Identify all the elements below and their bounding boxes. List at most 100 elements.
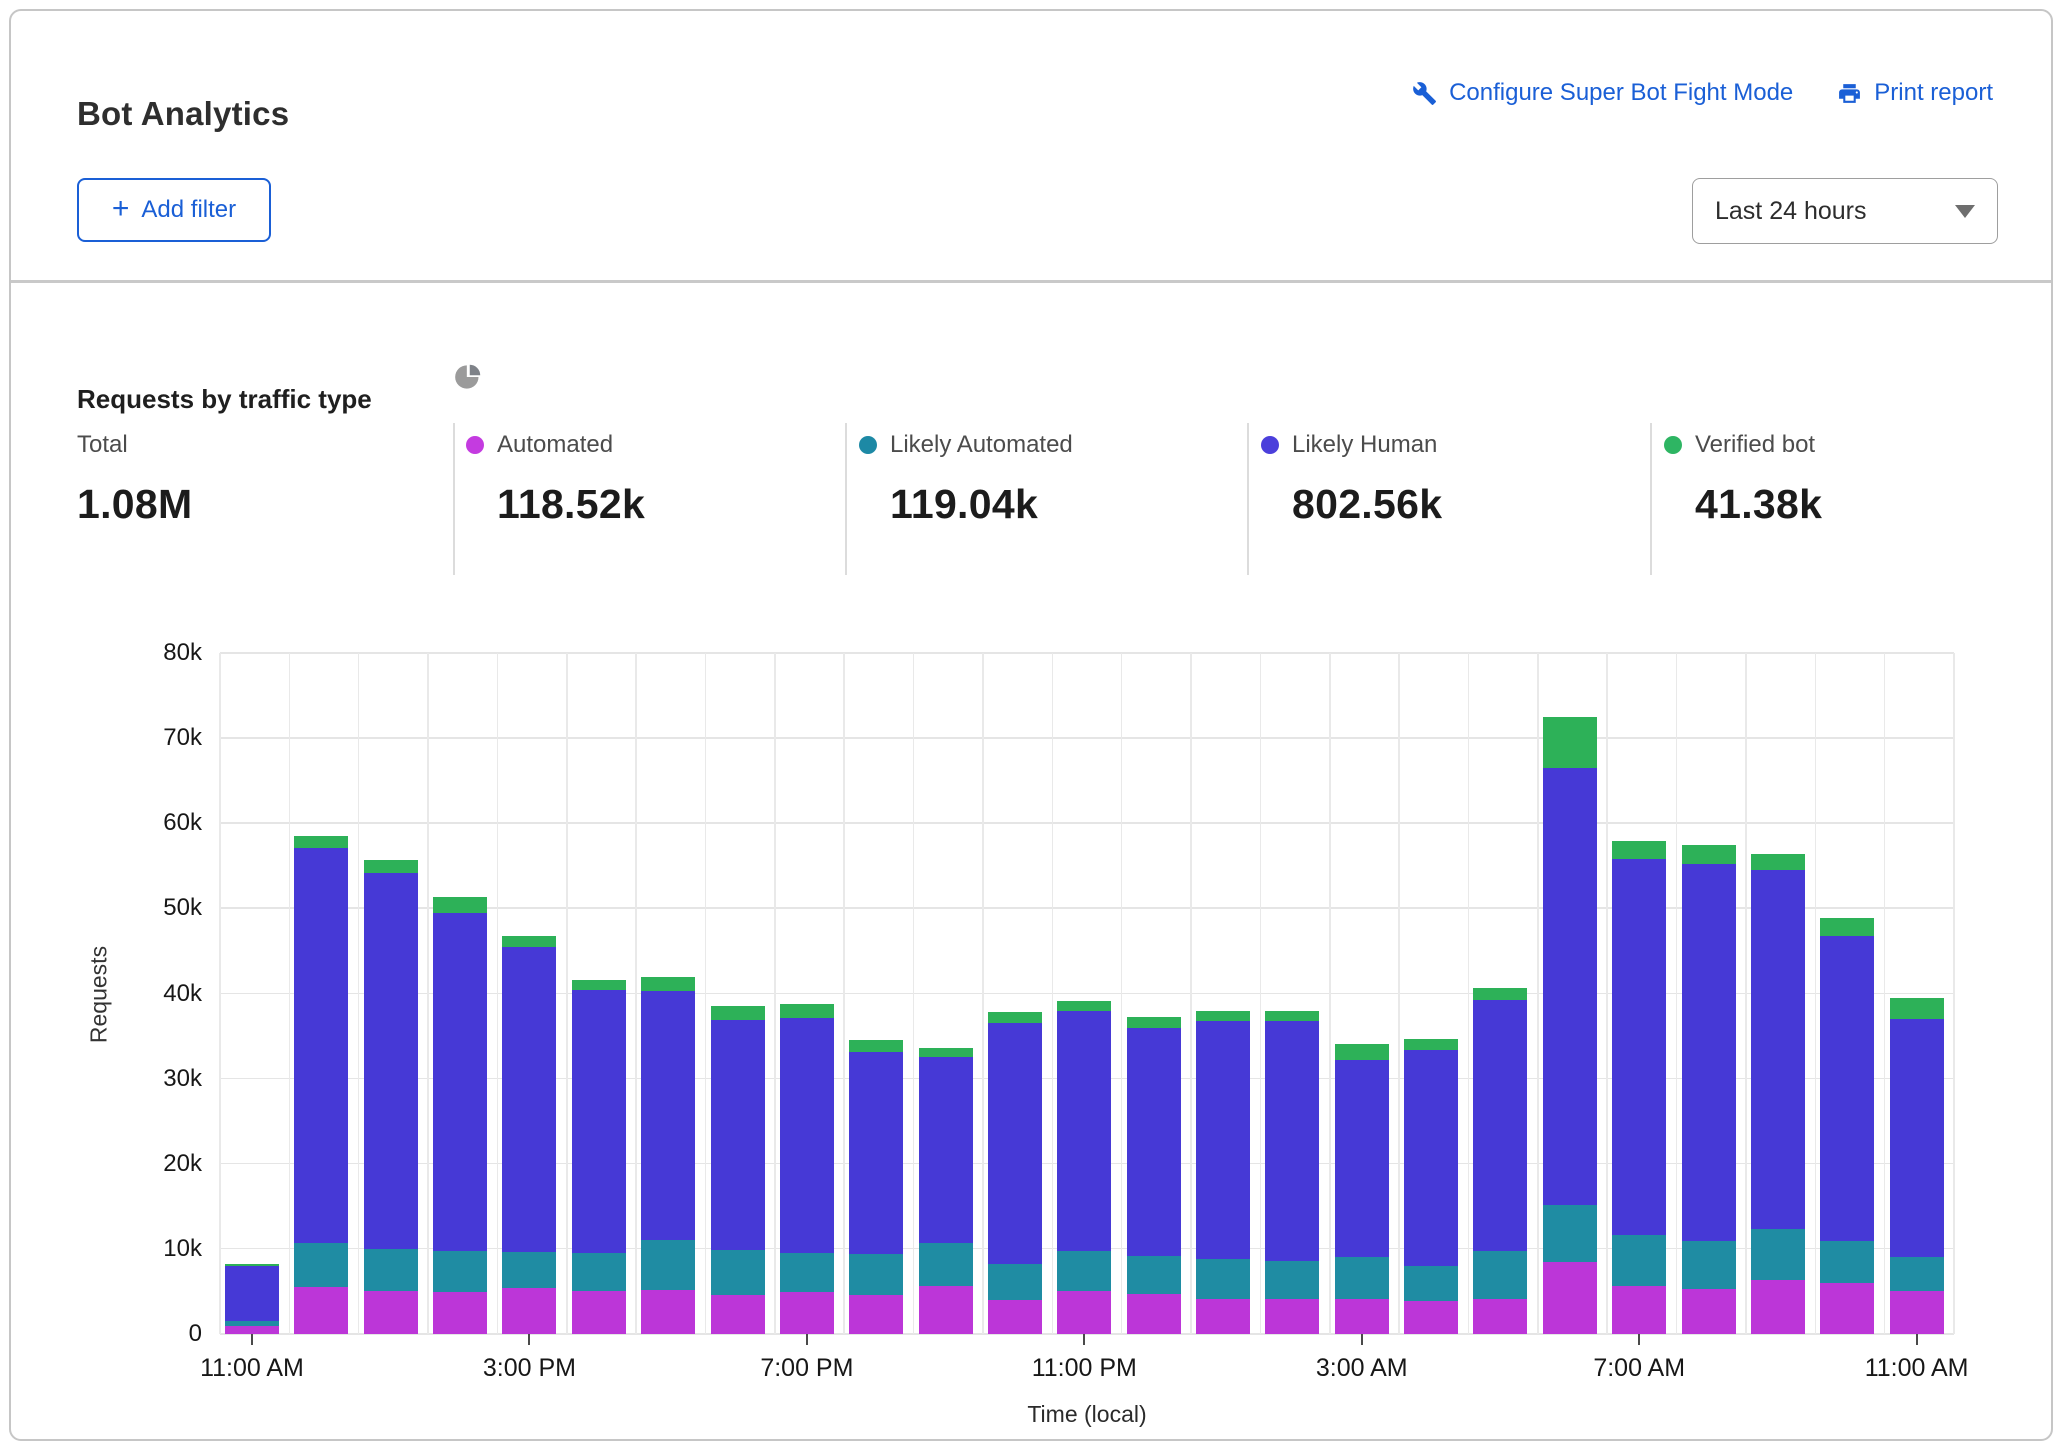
bar-segment-likely-human[interactable] <box>225 1265 279 1322</box>
bar-segment-likely-automated[interactable] <box>1334 1256 1389 1300</box>
bar-segment-automated[interactable] <box>294 1287 349 1334</box>
bar-segment-likely-human[interactable] <box>1334 1059 1389 1257</box>
bar-segment-likely-automated[interactable] <box>363 1248 418 1292</box>
bar-segment-automated[interactable] <box>1542 1261 1597 1334</box>
bar-segment-verified-bot[interactable] <box>1265 1010 1320 1021</box>
bar-segment-verified-bot[interactable] <box>502 935 557 947</box>
bar-segment-automated[interactable] <box>1334 1299 1389 1334</box>
bar-column[interactable] <box>1612 841 1667 1334</box>
bar-segment-likely-automated[interactable] <box>1473 1251 1528 1300</box>
bar-segment-likely-automated[interactable] <box>1542 1204 1597 1262</box>
bar-segment-likely-human[interactable] <box>1681 864 1736 1242</box>
bar-column[interactable] <box>502 935 557 1334</box>
bar-segment-likely-human[interactable] <box>641 990 696 1240</box>
bar-segment-automated[interactable] <box>918 1286 973 1334</box>
bar-segment-automated[interactable] <box>987 1299 1042 1334</box>
bar-segment-automated[interactable] <box>1681 1288 1736 1334</box>
bar-segment-verified-bot[interactable] <box>710 1006 765 1020</box>
bar-column[interactable] <box>779 1003 834 1334</box>
bar-segment-likely-automated[interactable] <box>1889 1256 1944 1292</box>
bar-segment-automated[interactable] <box>1126 1294 1181 1334</box>
bar-segment-likely-automated[interactable] <box>571 1253 626 1291</box>
bar-segment-automated[interactable] <box>1404 1300 1459 1334</box>
bar-column[interactable] <box>294 836 349 1334</box>
bar-segment-automated[interactable] <box>1750 1279 1805 1334</box>
bar-column[interactable] <box>1889 997 1944 1334</box>
bar-segment-verified-bot[interactable] <box>1334 1043 1389 1060</box>
bar-segment-likely-automated[interactable] <box>1681 1241 1736 1289</box>
bar-segment-automated[interactable] <box>1473 1299 1528 1334</box>
bar-segment-automated[interactable] <box>571 1290 626 1334</box>
bar-segment-automated[interactable] <box>849 1294 904 1334</box>
bar-segment-likely-human[interactable] <box>1126 1028 1181 1256</box>
bar-segment-likely-automated[interactable] <box>1750 1229 1805 1280</box>
bar-column[interactable] <box>849 1040 904 1334</box>
bar-segment-automated[interactable] <box>502 1288 557 1334</box>
bar-segment-verified-bot[interactable] <box>779 1003 834 1019</box>
bar-column[interactable] <box>987 1012 1042 1334</box>
bar-segment-verified-bot[interactable] <box>1057 1001 1112 1011</box>
bar-segment-likely-human[interactable] <box>918 1057 973 1243</box>
bar-segment-likely-automated[interactable] <box>294 1242 349 1288</box>
bar-segment-verified-bot[interactable] <box>918 1048 973 1058</box>
bar-column[interactable] <box>1196 1011 1251 1334</box>
bar-segment-likely-automated[interactable] <box>1057 1251 1112 1292</box>
bar-segment-likely-automated[interactable] <box>641 1239 696 1290</box>
bar-column[interactable] <box>710 1006 765 1334</box>
bar-segment-automated[interactable] <box>1057 1291 1112 1334</box>
bar-segment-verified-bot[interactable] <box>1820 917 1875 936</box>
bar-segment-verified-bot[interactable] <box>641 976 696 991</box>
bar-column[interactable] <box>1126 1017 1181 1334</box>
bar-segment-automated[interactable] <box>1820 1282 1875 1334</box>
bar-segment-likely-automated[interactable] <box>849 1253 904 1295</box>
bar-segment-verified-bot[interactable] <box>987 1012 1042 1024</box>
bar-segment-likely-human[interactable] <box>571 990 626 1254</box>
bar-segment-automated[interactable] <box>363 1291 418 1334</box>
bar-segment-likely-automated[interactable] <box>433 1250 488 1293</box>
bar-segment-verified-bot[interactable] <box>433 897 488 913</box>
bar-segment-likely-automated[interactable] <box>1126 1255 1181 1294</box>
bar-column[interactable] <box>363 859 418 1334</box>
bar-column[interactable] <box>1473 988 1528 1334</box>
bar-segment-verified-bot[interactable] <box>571 979 626 991</box>
bar-segment-verified-bot[interactable] <box>1681 845 1736 865</box>
bar-segment-automated[interactable] <box>1612 1286 1667 1334</box>
bar-segment-likely-human[interactable] <box>987 1023 1042 1265</box>
bar-segment-likely-human[interactable] <box>1196 1020 1251 1260</box>
bar-segment-likely-automated[interactable] <box>987 1264 1042 1300</box>
bar-segment-likely-human[interactable] <box>1265 1020 1320 1261</box>
bar-segment-likely-human[interactable] <box>1612 859 1667 1236</box>
bar-segment-likely-automated[interactable] <box>1820 1241 1875 1283</box>
bar-segment-automated[interactable] <box>1265 1299 1320 1334</box>
bar-segment-automated[interactable] <box>433 1292 488 1334</box>
bar-column[interactable] <box>225 1264 279 1334</box>
bar-column[interactable] <box>433 897 488 1334</box>
bar-column[interactable] <box>1404 1038 1459 1334</box>
bar-column[interactable] <box>1542 716 1597 1334</box>
bar-segment-likely-automated[interactable] <box>502 1252 557 1289</box>
print-report-link[interactable]: Print report <box>1837 79 1993 107</box>
bar-segment-likely-human[interactable] <box>779 1018 834 1254</box>
bar-segment-verified-bot[interactable] <box>1473 988 1528 1001</box>
bar-segment-likely-human[interactable] <box>849 1052 904 1254</box>
bar-column[interactable] <box>1057 1001 1112 1334</box>
bar-column[interactable] <box>1334 1043 1389 1334</box>
bar-segment-verified-bot[interactable] <box>1750 853 1805 871</box>
bar-segment-likely-human[interactable] <box>1820 935 1875 1242</box>
bar-segment-likely-human[interactable] <box>363 872 418 1249</box>
bar-segment-verified-bot[interactable] <box>1542 716 1597 768</box>
bar-segment-likely-automated[interactable] <box>1196 1259 1251 1300</box>
bar-segment-verified-bot[interactable] <box>1196 1011 1251 1021</box>
bar-segment-verified-bot[interactable] <box>1126 1017 1181 1029</box>
bar-segment-likely-human[interactable] <box>710 1019 765 1250</box>
bar-segment-automated[interactable] <box>1196 1299 1251 1334</box>
bar-segment-likely-automated[interactable] <box>1612 1235 1667 1287</box>
bar-segment-verified-bot[interactable] <box>1404 1038 1459 1050</box>
bar-segment-likely-human[interactable] <box>1542 767 1597 1205</box>
bar-segment-likely-human[interactable] <box>294 847 349 1243</box>
bar-column[interactable] <box>918 1048 973 1334</box>
bar-segment-likely-human[interactable] <box>1057 1010 1112 1252</box>
bar-column[interactable] <box>1820 917 1875 1334</box>
bar-segment-verified-bot[interactable] <box>849 1040 904 1053</box>
bar-segment-likely-human[interactable] <box>1750 870 1805 1230</box>
